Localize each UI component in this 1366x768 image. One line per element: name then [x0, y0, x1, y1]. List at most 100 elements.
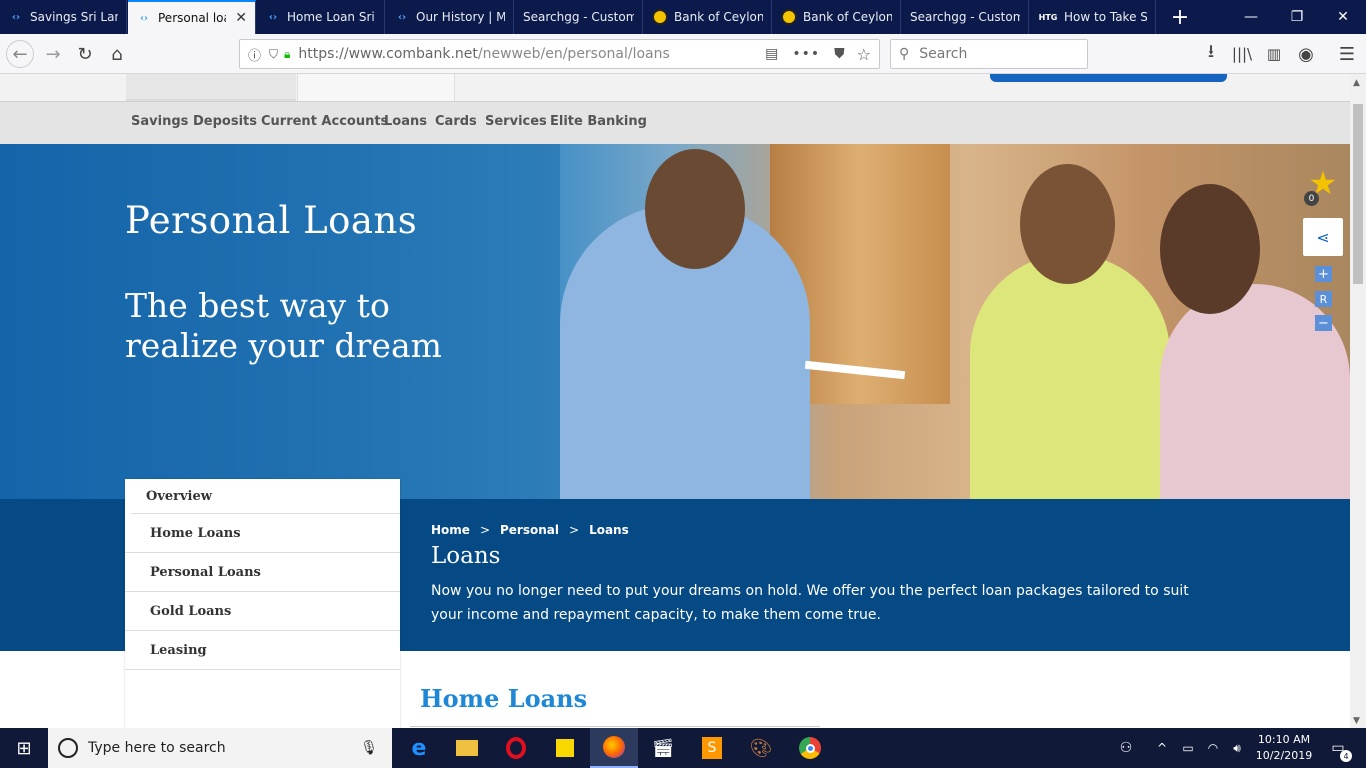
zoom-out-button[interactable]: −	[1315, 315, 1332, 331]
tracking-shield-icon[interactable]: ⛉	[269, 47, 278, 62]
tab-label: Home Loan Sri Lanka	[287, 10, 376, 24]
edge-icon[interactable]: e	[395, 728, 443, 768]
minimize-icon[interactable]: —	[1228, 0, 1274, 34]
opera-icon[interactable]	[492, 728, 540, 768]
restore-icon[interactable]: ❐	[1274, 0, 1320, 34]
side-navigation: Overview Home Loans Personal Loans Gold …	[125, 479, 400, 728]
pocket-icon[interactable]: ⛊	[834, 46, 845, 62]
url-text[interactable]: https://www.combank.net/newweb/en/person…	[298, 46, 669, 62]
scroll-down-icon[interactable]: ▼	[1353, 716, 1360, 726]
nav-item-savings[interactable]: Savings	[131, 114, 188, 129]
breadcrumb-loans[interactable]: Loans	[589, 523, 629, 537]
firefox-icon[interactable]	[590, 728, 638, 768]
browser-tab[interactable]: HTG How to Take Scr	[1030, 0, 1156, 34]
header-accent-bar	[990, 74, 1227, 82]
heading-divider	[410, 726, 820, 727]
paint-icon[interactable]: 🎨︎	[737, 728, 785, 768]
people-icon[interactable]: ⚇	[1106, 728, 1146, 768]
side-nav-overview[interactable]: Overview	[129, 479, 400, 514]
bookmark-star-icon[interactable]: ☆	[857, 45, 871, 64]
browser-tab[interactable]: ‹› Savings Sri Lanka	[0, 0, 127, 34]
sidebar-icon[interactable]: ▥	[1260, 40, 1288, 68]
chrome-icon[interactable]	[786, 728, 834, 768]
reload-icon[interactable]: ↻	[71, 40, 99, 68]
download-icon[interactable]: ⭳	[1197, 40, 1225, 68]
header-tab-personal[interactable]	[126, 74, 296, 101]
breadcrumb-personal[interactable]: Personal	[500, 523, 559, 537]
scrollbar-thumb[interactable]	[1353, 104, 1363, 284]
side-nav-item-gold-loans[interactable]: Gold Loans	[125, 592, 400, 631]
search-icon: ⚲	[899, 46, 910, 62]
taskbar-search-box[interactable]: Type here to search 🎙︎	[48, 728, 392, 768]
show-hidden-icons-icon[interactable]: ^	[1150, 728, 1174, 768]
nav-item-cards[interactable]: Cards	[435, 114, 477, 129]
microphone-icon[interactable]: 🎙︎	[360, 740, 378, 756]
reader-view-icon[interactable]: ▤	[765, 46, 778, 62]
close-tab-icon[interactable]: ✕	[229, 10, 247, 26]
library-icon[interactable]: |||\	[1228, 40, 1256, 68]
page-scrollbar[interactable]: ▲ ▼	[1350, 74, 1366, 728]
video-editor-icon[interactable]: 🎬︎	[639, 728, 687, 768]
header-tab[interactable]	[297, 74, 455, 101]
nav-item-services[interactable]: Services	[485, 114, 547, 129]
account-icon[interactable]: ◉	[1292, 40, 1320, 68]
share-icon[interactable]: ⋖	[1303, 218, 1343, 256]
side-nav-item-home-loans[interactable]: Home Loans	[125, 514, 400, 553]
nav-item-current-accounts[interactable]: Current Accounts	[261, 114, 388, 129]
page-actions-icon[interactable]: •••	[792, 46, 820, 62]
hero-subtitle: The best way to realize your dream	[125, 286, 525, 366]
scroll-up-icon[interactable]: ▲	[1353, 78, 1360, 88]
action-center-icon[interactable]: ▭ 4	[1318, 728, 1358, 768]
hero-title: Personal Loans	[125, 199, 418, 242]
browser-tab[interactable]: Bank of Ceylon	[773, 0, 901, 34]
system-clock[interactable]: 10:10 AM 10/2/2019	[1252, 732, 1316, 764]
main-navigation: Savings Deposits Current Accounts Loans …	[0, 101, 1350, 144]
nav-item-deposits[interactable]: Deposits	[193, 114, 257, 129]
windows-start-icon[interactable]: ⊞	[0, 728, 48, 768]
sticky-notes-icon[interactable]	[541, 728, 589, 768]
section-title: Loans	[431, 543, 501, 569]
browser-tab-strip: ‹› Savings Sri Lanka ‹› Personal loans ✕…	[0, 0, 1366, 34]
side-nav-item-personal-loans[interactable]: Personal Loans	[125, 553, 400, 592]
zoom-in-button[interactable]: +	[1315, 266, 1332, 282]
browser-tab[interactable]: Searchgg - Custom	[515, 0, 643, 34]
volume-icon[interactable]: 🔊︎	[1225, 728, 1249, 768]
tab-label: Bank of Ceylon	[674, 10, 763, 24]
tab-label: How to Take Scr	[1064, 10, 1147, 24]
side-nav-item-leasing[interactable]: Leasing	[125, 631, 400, 670]
browser-tab[interactable]: Searchgg - Custom	[902, 0, 1029, 34]
windows-taskbar: ⊞ Type here to search 🎙︎ e 🎬︎ S 🎨︎ ⚇ ^ ▭…	[0, 728, 1366, 768]
person-head-image	[1020, 164, 1115, 284]
wifi-icon[interactable]: ◠	[1201, 728, 1225, 768]
info-icon[interactable]: ⓘ	[248, 45, 261, 64]
hero-subtitle-line: The best way to	[125, 286, 390, 325]
boc-icon	[781, 9, 797, 25]
new-tab-icon[interactable]: +	[1157, 0, 1203, 34]
nav-item-loans[interactable]: Loans	[384, 114, 427, 129]
browser-tab[interactable]: ‹› Our History | Mo	[386, 0, 514, 34]
breadcrumb-home[interactable]: Home	[431, 523, 470, 537]
home-icon[interactable]: ⌂	[103, 40, 131, 68]
file-explorer-icon[interactable]	[443, 728, 491, 768]
close-window-icon[interactable]: ✕	[1320, 0, 1366, 34]
browser-tab-active[interactable]: ‹› Personal loans ✕	[128, 0, 256, 34]
back-icon[interactable]: ←	[6, 40, 34, 68]
sublime-text-icon[interactable]: S	[688, 728, 736, 768]
battery-icon[interactable]: ▭	[1176, 728, 1200, 768]
section-description: Now you no longer need to put your dream…	[431, 583, 1189, 623]
nav-item-elite-banking[interactable]: Elite Banking	[550, 114, 647, 129]
menu-icon[interactable]: ☰	[1333, 40, 1361, 68]
combank-icon: ‹›	[139, 12, 149, 24]
lock-icon[interactable]: 🔒︎	[284, 47, 290, 62]
url-bar[interactable]: ⓘ ⛉ 🔒︎ https://www.combank.net/newweb/en…	[239, 39, 880, 69]
person-image	[970, 254, 1170, 499]
browser-tab[interactable]: ‹› Home Loan Sri Lanka	[257, 0, 385, 34]
browser-tab[interactable]: Bank of Ceylon	[644, 0, 772, 34]
zoom-reset-button[interactable]: R	[1315, 291, 1332, 307]
web-page: Savings Deposits Current Accounts Loans …	[0, 74, 1350, 728]
cortana-icon	[58, 738, 78, 758]
forward-icon[interactable]: →	[39, 40, 67, 68]
clock-date: 10/2/2019	[1255, 749, 1313, 762]
search-input[interactable]: ⚲ Search	[890, 39, 1088, 69]
notification-badge: 4	[1340, 750, 1352, 762]
